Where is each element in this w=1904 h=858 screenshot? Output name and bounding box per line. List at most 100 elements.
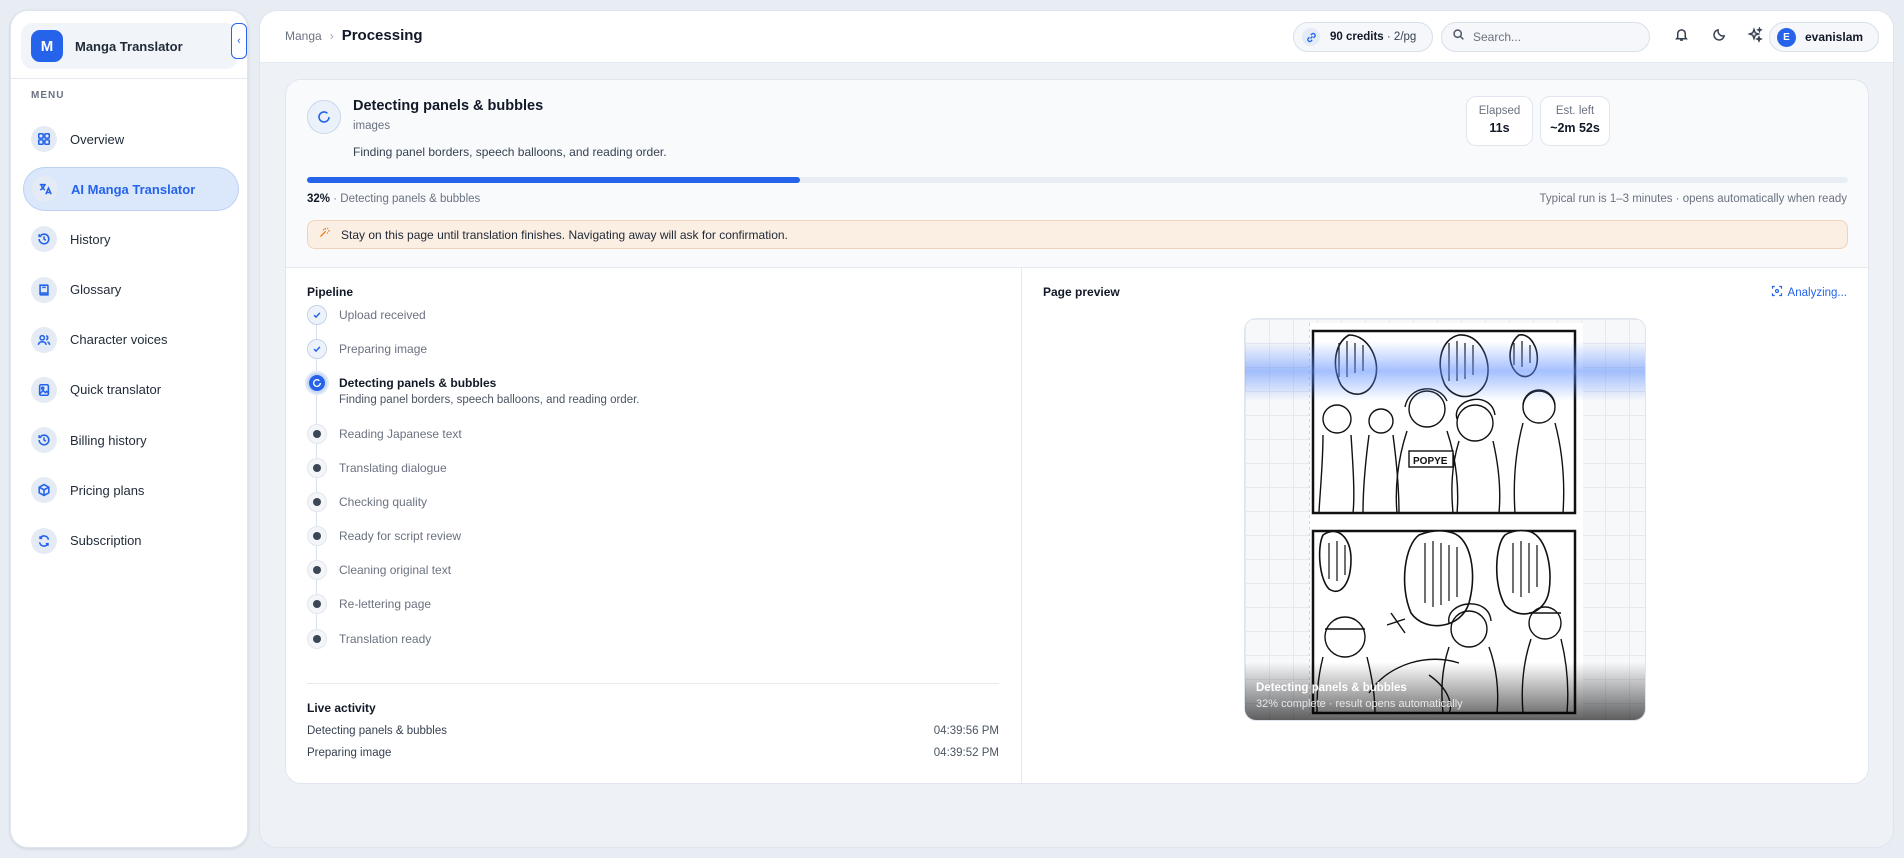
sidebar-item-label: AI Manga Translator (71, 181, 196, 197)
progress-status: 32% · Detecting panels & bubbles (307, 193, 480, 205)
history-icon (31, 226, 57, 253)
pipeline-step: Translation ready (307, 629, 431, 649)
step-label: Cleaning original text (339, 563, 452, 577)
analyzing-status: Analyzing... (1771, 285, 1847, 300)
search-input[interactable] (1473, 30, 1633, 44)
step-label: Upload received (339, 308, 426, 322)
scan-icon (1771, 285, 1783, 300)
sidebar: M Manga Translator MENU Overview AI Mang… (10, 10, 248, 848)
spinner-icon (307, 373, 327, 393)
user-menu[interactable]: E evanislam (1769, 22, 1879, 52)
processing-card: Detecting panels & bubbles images Findin… (285, 79, 1869, 784)
progress-bar (307, 177, 1848, 183)
section-divider (307, 683, 999, 684)
step-label: Detecting panels & bubbles (339, 376, 497, 390)
sparkles-icon (1747, 25, 1763, 48)
sidebar-item-label: Subscription (70, 533, 142, 548)
spinner-icon (307, 100, 341, 134)
sidebar-item-ai-manga-translator[interactable]: AI Manga Translator (23, 167, 239, 212)
sidebar-nav: Overview AI Manga Translator History Glo… (23, 117, 239, 569)
grid-icon (31, 126, 57, 152)
progress-percent: 32% (307, 193, 331, 205)
elapsed-label: Elapsed (1478, 105, 1521, 117)
sidebar-item-label: Quick translator (70, 382, 162, 398)
stay-warning: Stay on this page until translation fini… (307, 220, 1848, 249)
main-area: Manga › Processing 90 credits · 2/pg Sea… (259, 10, 1894, 848)
progress-note: Typical run is 1–3 minutes · opens autom… (1539, 193, 1847, 205)
bell-icon (1674, 27, 1689, 47)
sidebar-item-subscription[interactable]: Subscription (23, 519, 239, 563)
chevron-left-icon: ‹ (237, 35, 241, 47)
stage-title: Detecting panels & bubbles (353, 98, 544, 114)
step-label: Preparing image (339, 342, 428, 356)
sidebar-item-label: Overview (70, 131, 125, 147)
preview-title: Page preview (1043, 285, 1120, 299)
sidebar-collapse-button[interactable]: ‹ (231, 23, 247, 59)
sidebar-item-billing-history[interactable]: Billing history (23, 418, 239, 462)
pipeline-step: Ready for script review (307, 526, 461, 546)
pipeline-step: Cleaning original text (307, 560, 451, 580)
notifications-button[interactable] (1669, 25, 1693, 49)
sidebar-item-overview[interactable]: Overview (23, 117, 239, 161)
sidebar-divider (11, 78, 247, 79)
pipeline-step: Preparing image (307, 339, 427, 359)
chevron-right-icon: › (329, 28, 334, 43)
credits-amount: 90 credits (1330, 31, 1384, 43)
check-icon (307, 305, 327, 325)
sidebar-item-label: Pricing plans (70, 482, 145, 498)
menu-heading: MENU (31, 90, 65, 101)
avatar: E (1777, 27, 1796, 47)
theme-toggle-button[interactable] (1707, 25, 1731, 49)
progress-stage: · Detecting panels & bubbles (333, 193, 481, 205)
pipeline: Pipeline Upload received Preparing image… (307, 285, 1002, 649)
sidebar-item-glossary[interactable]: Glossary (23, 268, 239, 312)
brand[interactable]: M Manga Translator (21, 23, 238, 69)
sidebar-item-pricing-plans[interactable]: Pricing plans (23, 468, 239, 512)
preview-overlay: Detecting panels & bubbles 32% complete … (1245, 662, 1645, 720)
estimate-stat: Est. left ~2m 52s (1540, 96, 1610, 146)
user-name: evanislam (1805, 30, 1864, 44)
sidebar-item-character-voices[interactable]: Character voices (23, 318, 239, 362)
elapsed-value: 11s (1489, 121, 1510, 135)
moon-icon (1712, 27, 1727, 47)
step-label: Re-lettering page (339, 597, 432, 611)
pending-dot-icon (307, 560, 327, 580)
breadcrumb-parent-link[interactable]: Manga (285, 29, 322, 43)
sidebar-item-history[interactable]: History (23, 217, 239, 261)
refresh-icon (31, 527, 57, 554)
stage-description: Finding panel borders, speech balloons, … (353, 145, 667, 159)
credits-badge[interactable]: 90 credits · 2/pg (1293, 22, 1433, 52)
credits-rate: · 2/pg (1386, 31, 1417, 43)
sparkle-warning-icon (318, 226, 331, 244)
search-icon (1452, 28, 1465, 46)
column-divider (1021, 268, 1022, 783)
pending-dot-icon (307, 424, 327, 444)
activity-row: Preparing image 04:39:52 PM (307, 747, 999, 759)
sidebar-item-label: Billing history (70, 432, 147, 448)
pipeline-step: Re-lettering page (307, 594, 431, 614)
sidebar-item-label: Character voices (70, 332, 168, 348)
activity-row: Detecting panels & bubbles 04:39:56 PM (307, 725, 999, 737)
search-box[interactable] (1441, 22, 1650, 52)
stage-subtitle: images (353, 120, 391, 132)
overlay-title: Detecting panels & bubbles (1256, 682, 1407, 694)
sidebar-item-label: History (70, 231, 111, 247)
step-label: Reading Japanese text (339, 427, 462, 441)
settings-button[interactable] (1743, 25, 1767, 49)
activity-time: 04:39:56 PM (933, 725, 999, 737)
sidebar-item-quick-translator[interactable]: Quick translator (23, 368, 239, 412)
pipeline-step: Reading Japanese text (307, 424, 462, 444)
box-icon (31, 477, 57, 504)
step-label: Translation ready (339, 632, 432, 646)
activity-label: Preparing image (307, 747, 392, 759)
estimate-value: ~2m 52s (1550, 121, 1600, 135)
page-preview: POPYE Detecting panels & bubbles 32% com… (1244, 318, 1646, 721)
warning-text: Stay on this page until translation fini… (341, 227, 788, 242)
pipeline-title: Pipeline (307, 285, 354, 299)
history-icon (31, 427, 57, 454)
live-activity: Live activity Detecting panels & bubbles… (307, 701, 999, 759)
brand-logo: M (31, 30, 63, 62)
step-label: Checking quality (339, 495, 428, 509)
elapsed-stat: Elapsed 11s (1466, 96, 1533, 146)
activity-label: Detecting panels & bubbles (307, 725, 448, 737)
